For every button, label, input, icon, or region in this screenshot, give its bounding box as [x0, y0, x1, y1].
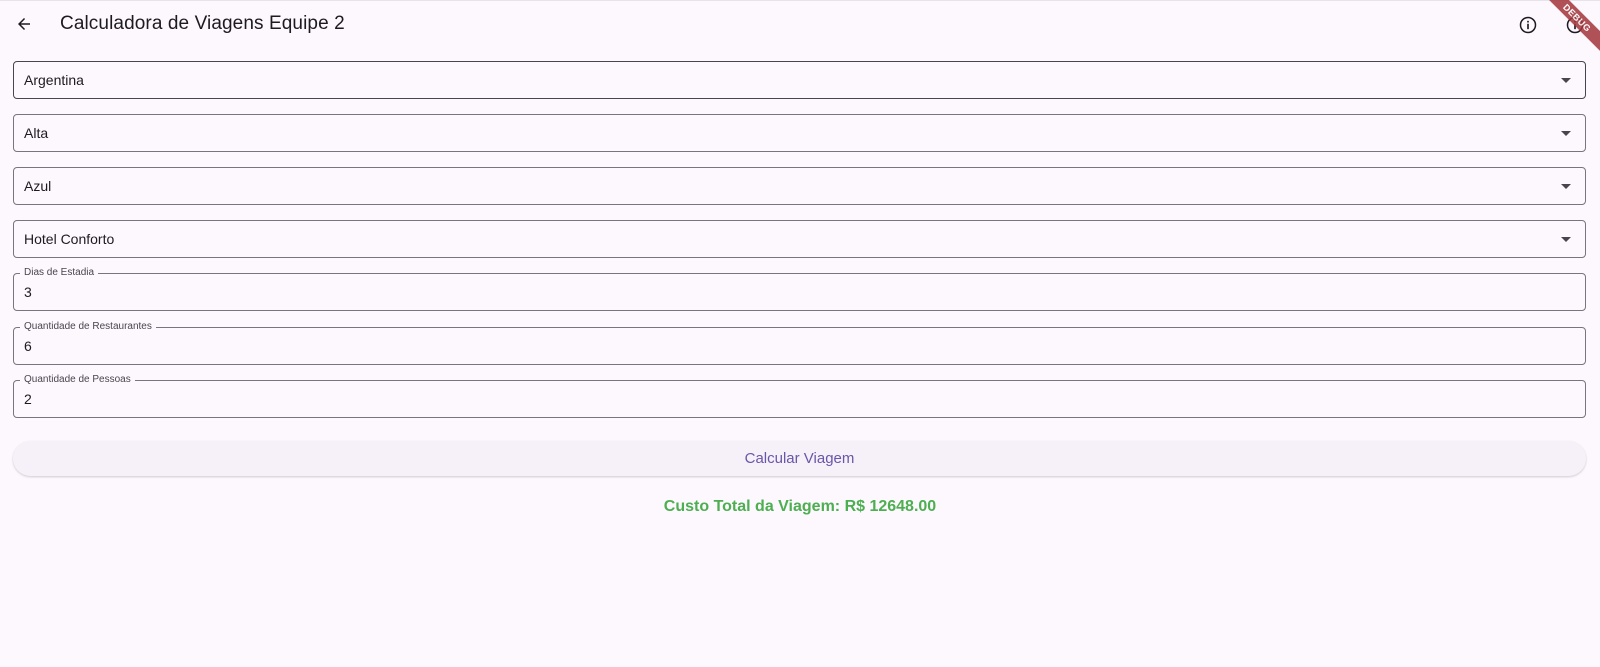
- days-value: 3: [24, 284, 32, 300]
- destination-value: Argentina: [24, 72, 84, 88]
- season-dropdown[interactable]: Alta: [13, 114, 1586, 152]
- dropdown-arrow-icon: [1561, 78, 1571, 83]
- season-value: Alta: [24, 125, 49, 141]
- people-label: Quantidade de Pessoas: [20, 374, 135, 386]
- info-icon: [1519, 16, 1537, 34]
- back-button[interactable]: [8, 8, 40, 40]
- page-title: Calculadora de Viagens Equipe 2: [60, 13, 345, 34]
- info-button[interactable]: [1512, 9, 1544, 41]
- hotel-dropdown[interactable]: Hotel Conforto: [13, 220, 1586, 258]
- days-label: Dias de Estadia: [20, 267, 99, 279]
- destination-dropdown[interactable]: Argentina: [13, 61, 1586, 99]
- days-field[interactable]: Dias de Estadia 3: [13, 267, 1586, 311]
- airline-dropdown[interactable]: Azul: [13, 167, 1586, 205]
- restaurants-label: Quantidade de Restaurantes: [20, 321, 156, 333]
- dropdown-arrow-icon: [1561, 237, 1571, 242]
- airline-value: Azul: [24, 178, 52, 194]
- total-cost-result: Custo Total da Viagem: R$ 12648.00: [663, 498, 937, 515]
- hotel-value: Hotel Conforto: [24, 231, 115, 247]
- restaurants-value: 6: [24, 338, 32, 354]
- calculate-trip-button[interactable]: Calcular Viagem: [13, 441, 1586, 476]
- app-bar: Calculadora de Viagens Equipe 2 DEBUG: [0, 0, 1600, 55]
- arrow-back-icon: [18, 18, 30, 30]
- dropdown-arrow-icon: [1561, 184, 1571, 189]
- dropdown-arrow-icon: [1561, 131, 1571, 136]
- people-value: 2: [24, 391, 32, 407]
- app-window: Calculadora de Viagens Equipe 2 DEBUG Ar…: [0, 0, 1600, 667]
- restaurants-field[interactable]: Quantidade de Restaurantes 6: [13, 321, 1586, 365]
- people-field[interactable]: Quantidade de Pessoas 2: [13, 374, 1586, 418]
